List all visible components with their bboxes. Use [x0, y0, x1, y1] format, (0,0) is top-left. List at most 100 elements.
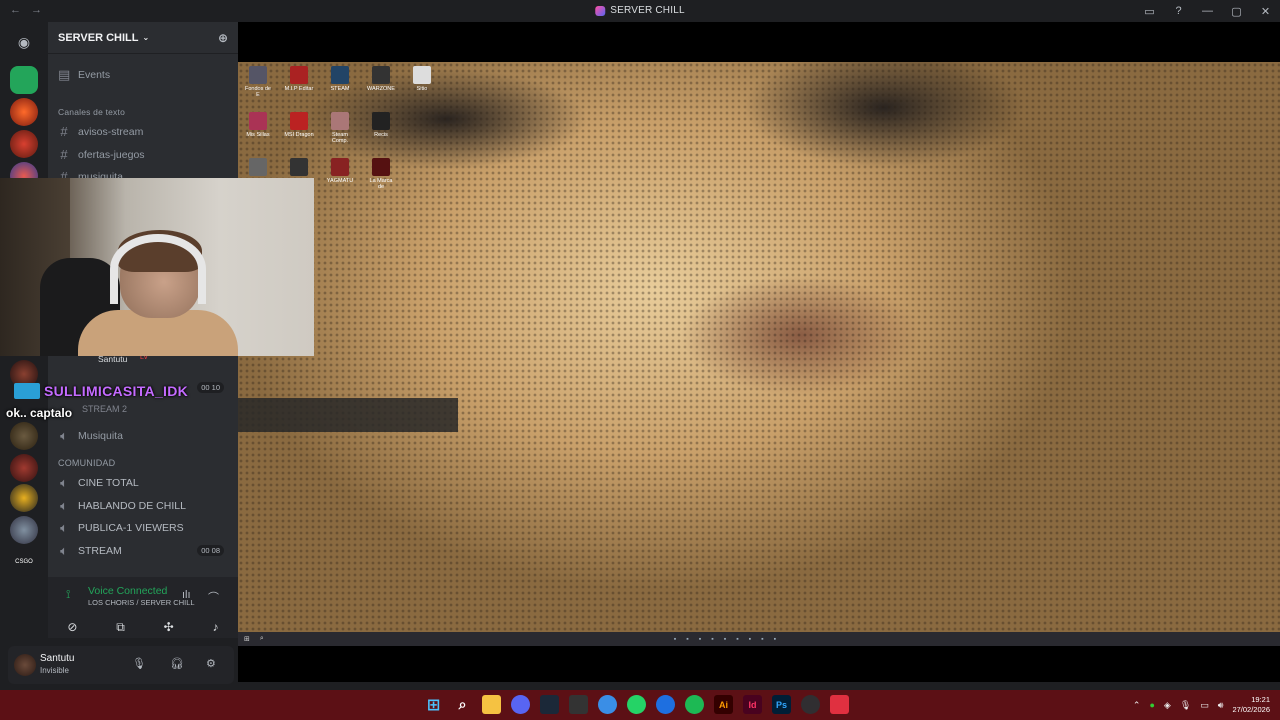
- server-icon-hat[interactable]: [10, 130, 38, 158]
- chat-author-name: SULLIMICASITA_IDK: [44, 383, 189, 399]
- app-red-icon[interactable]: [830, 695, 849, 714]
- chevron-up-icon[interactable]: ⌃: [1133, 700, 1141, 711]
- file-explorer-icon[interactable]: [482, 695, 501, 714]
- server-icon-red[interactable]: [10, 98, 38, 126]
- forward-arrow-icon[interactable]: →: [31, 4, 42, 16]
- volume-icon[interactable]: 🔊︎: [1218, 700, 1224, 711]
- illustrator-icon[interactable]: Ai: [714, 695, 733, 714]
- voice-channel-cine-total[interactable]: 🔈︎ CINE TOTAL: [58, 475, 139, 491]
- user-panel: Santutu Invisible 🎙︎ 🎧︎ ⚙: [8, 646, 234, 684]
- calendar-icon: ▤: [58, 67, 71, 82]
- speaker-icon: 🔈︎: [60, 543, 68, 558]
- signal-icon: ⟟: [66, 587, 71, 601]
- search-icon: ⌕: [259, 635, 264, 642]
- photoshop-icon[interactable]: Ps: [772, 695, 791, 714]
- obs-icon[interactable]: [801, 695, 820, 714]
- server-icon-skins[interactable]: CSGO: [10, 548, 38, 576]
- avatar[interactable]: [14, 654, 36, 676]
- desktop-icon: MSI Dragon: [284, 112, 314, 138]
- inbox-icon[interactable]: ▭: [1135, 5, 1164, 18]
- category-comunidad[interactable]: COMUNIDAD: [58, 458, 115, 468]
- voice-channel-hablando-de-chill[interactable]: 🔈︎ HABLANDO DE CHILL: [58, 498, 186, 514]
- mic-tray-icon[interactable]: 🎙︎: [1180, 700, 1191, 711]
- nav-arrows: ← →: [10, 4, 42, 16]
- whatsapp-icon[interactable]: [627, 695, 646, 714]
- server-name: SERVER CHILL: [58, 31, 139, 44]
- voice-connected-label: Voice Connected: [88, 585, 168, 597]
- network-icon[interactable]: ▭: [1200, 700, 1209, 711]
- desktop-icon: M.I.P Editar: [284, 66, 314, 92]
- user-limit-badge: 00 08: [197, 545, 224, 556]
- chat-author: SULLIMICASITA_IDK: [14, 383, 188, 399]
- channel-ofertas-juegos[interactable]: # ofertas-juegos: [58, 147, 144, 162]
- desktop-icon: WARZONE: [366, 66, 396, 92]
- server-icon-9[interactable]: [10, 516, 38, 544]
- voice-channel-stream-2[interactable]: STREAM 2: [82, 404, 127, 414]
- clock[interactable]: 19:21 27/02/2026: [1232, 695, 1270, 715]
- hash-icon: #: [60, 147, 68, 162]
- search-icon[interactable]: ⌕: [453, 695, 472, 714]
- discord-home-icon[interactable]: ◉: [10, 28, 38, 56]
- clock-date: 27/02/2026: [1232, 705, 1270, 714]
- speaker-icon: 🔈︎: [60, 498, 68, 513]
- desktop-icon: Recis: [366, 112, 396, 138]
- headphones-icon[interactable]: 🎧︎: [170, 657, 184, 670]
- screen-share-icon[interactable]: ⧉: [116, 620, 125, 635]
- help-icon[interactable]: ?: [1164, 5, 1193, 17]
- hash-icon: #: [60, 124, 68, 139]
- server-header[interactable]: SERVER CHILL ⌄ ⊕: [48, 22, 238, 54]
- channel-label: Musiquita: [78, 430, 123, 442]
- start-icon[interactable]: ⊞: [424, 695, 443, 714]
- server-icon: [595, 5, 606, 16]
- twitch-badge-icon: [14, 383, 40, 399]
- browser-icon[interactable]: [598, 695, 617, 714]
- noise-suppression-icon[interactable]: ılı: [182, 589, 191, 601]
- server-icon-8[interactable]: [10, 484, 38, 512]
- window-title: SERVER CHILL: [595, 5, 685, 16]
- system-tray: ⌃ ● ◈ 🎙︎ ▭ 🔊︎ 19:21 27/02/2026: [1133, 690, 1280, 720]
- channel-label: HABLANDO DE CHILL: [78, 500, 186, 512]
- channel-label: Events: [78, 69, 111, 81]
- app-icon[interactable]: [569, 695, 588, 714]
- soundboard-icon[interactable]: ♪: [213, 620, 219, 634]
- speaker-icon: 🔈︎: [60, 475, 68, 490]
- spotify-icon[interactable]: [685, 695, 704, 714]
- category-text-channels[interactable]: Canales de texto: [58, 107, 125, 117]
- voice-channel-stream[interactable]: 🔈︎ STREAM: [58, 543, 122, 559]
- maximize-button[interactable]: ▢: [1222, 5, 1251, 18]
- window-title-text: SERVER CHILL: [610, 5, 685, 16]
- user-status: Invisible: [40, 666, 69, 675]
- voice-channel-publica-1-viewers[interactable]: 🔈︎ PUBLICA-1 VIEWERS: [58, 520, 184, 536]
- desktop-icon: Sitio: [407, 66, 437, 92]
- steam-icon[interactable]: [540, 695, 559, 714]
- voice-channel-musiquita[interactable]: 🔈︎ Musiquita: [58, 428, 123, 444]
- app-blue-icon[interactable]: [656, 695, 675, 714]
- server-icon-green[interactable]: [10, 66, 38, 94]
- disconnect-icon[interactable]: ⌒: [208, 589, 219, 605]
- activities-icon[interactable]: ✣: [164, 620, 174, 634]
- taskbar-apps: ▪▪▪▪▪▪▪▪▪: [673, 635, 787, 643]
- microphone-icon[interactable]: 🎙︎: [132, 657, 146, 670]
- desktop-icon: STEAM: [325, 66, 355, 92]
- indesign-icon[interactable]: Id: [743, 695, 762, 714]
- back-arrow-icon[interactable]: ←: [10, 4, 21, 16]
- speaker-icon: 🔈︎: [60, 428, 68, 443]
- minimize-button[interactable]: —: [1193, 5, 1222, 17]
- discord-icon[interactable]: [511, 695, 530, 714]
- user-limit-badge: 00 10: [197, 382, 224, 393]
- channel-events[interactable]: ▤ Events: [58, 67, 110, 83]
- tray-green-icon[interactable]: ●: [1149, 700, 1154, 710]
- desktop-icon: Mis Sillas: [243, 112, 273, 138]
- chat-message-box: [238, 398, 458, 432]
- channel-label: PUBLICA-1 VIEWERS: [78, 522, 184, 534]
- chevron-down-icon: ⌄: [142, 33, 150, 42]
- channel-avisos-stream[interactable]: # avisos-stream: [58, 124, 143, 139]
- invite-icon[interactable]: ⊕: [218, 31, 228, 45]
- camera-off-icon[interactable]: ⊘: [67, 620, 77, 634]
- windows-start-icon: ⊞: [244, 636, 250, 643]
- server-icon-6[interactable]: [10, 422, 38, 450]
- settings-gear-icon[interactable]: ⚙: [206, 657, 216, 670]
- close-button[interactable]: ✕: [1251, 5, 1280, 18]
- tray-shield-icon[interactable]: ◈: [1164, 700, 1171, 711]
- server-icon-7[interactable]: [10, 454, 38, 482]
